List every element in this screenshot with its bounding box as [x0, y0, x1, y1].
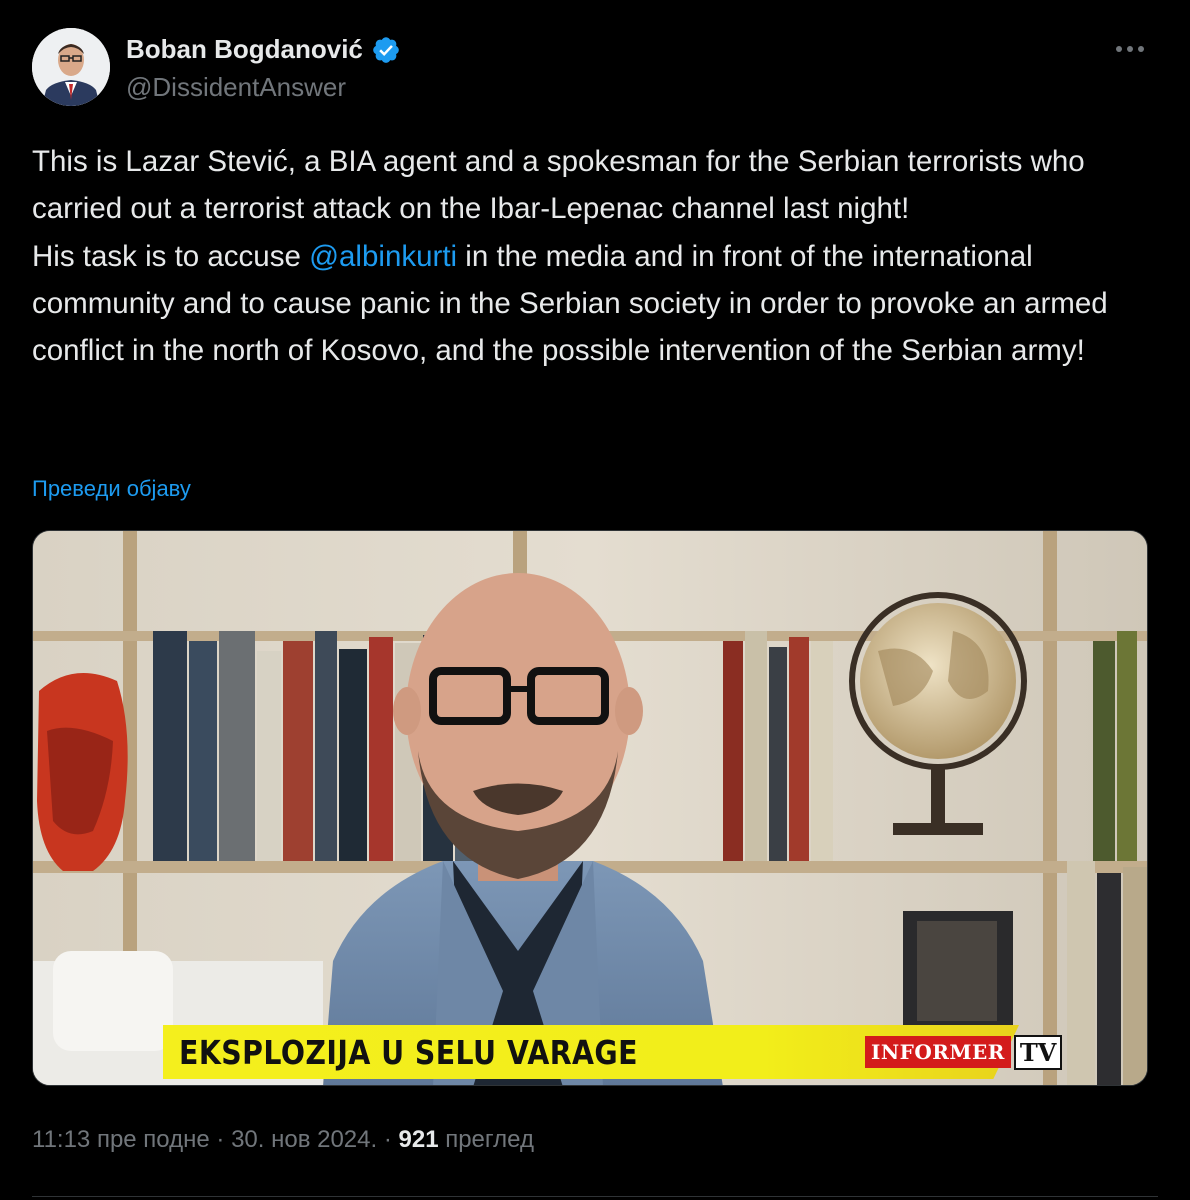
meta-separator: ·	[209, 1126, 232, 1153]
author-name-row: Boban Bogdanović	[126, 34, 401, 65]
tweet-date[interactable]: 30. нов 2024.	[231, 1126, 377, 1153]
author-handle[interactable]: @DissidentAnswer	[126, 72, 346, 103]
media-video-frame[interactable]: EKSPLOZIJA U SELU VARAGE INFORMER TV	[32, 530, 1148, 1086]
avatar[interactable]	[32, 28, 110, 106]
tweet-text-line1: This is Lazar Stević, a BIA agent and a …	[32, 145, 1085, 226]
tweet-meta: 11:13 пре подне · 30. нов 2024. · 921 пр…	[32, 1126, 534, 1154]
verified-badge-icon	[373, 36, 399, 63]
mention-link[interactable]: @albinkurti	[309, 240, 457, 273]
news-ticker-text: EKSPLOZIJA U SELU VARAGE	[179, 1032, 638, 1072]
meta-separator: ·	[377, 1126, 399, 1153]
tv-logo-text: TV	[1013, 1034, 1063, 1070]
author-display-name[interactable]: Boban Bogdanović	[126, 34, 363, 65]
video-still-image	[33, 531, 1147, 1085]
tweet-container: Boban Bogdanović @DissidentAnswer This i…	[0, 0, 1190, 1200]
divider	[32, 1196, 1158, 1197]
tweet-text: This is Lazar Stević, a BIA agent and a …	[32, 138, 1152, 374]
tweet-text-line2-before: His task is to accuse	[32, 239, 310, 273]
tweet-time[interactable]: 11:13 пре подне	[32, 1126, 210, 1153]
informer-tv-logo: INFORMER TV	[865, 1034, 1063, 1070]
more-options-icon[interactable]	[1112, 34, 1148, 64]
translate-post-link[interactable]: Преведи објаву	[32, 476, 191, 502]
tweet-text-line2: His task is to accuse @albinkurti in the…	[32, 233, 1152, 375]
views-label: преглед	[438, 1126, 534, 1153]
informer-logo-text: INFORMER	[865, 1036, 1011, 1068]
views-count: 921	[398, 1126, 439, 1153]
